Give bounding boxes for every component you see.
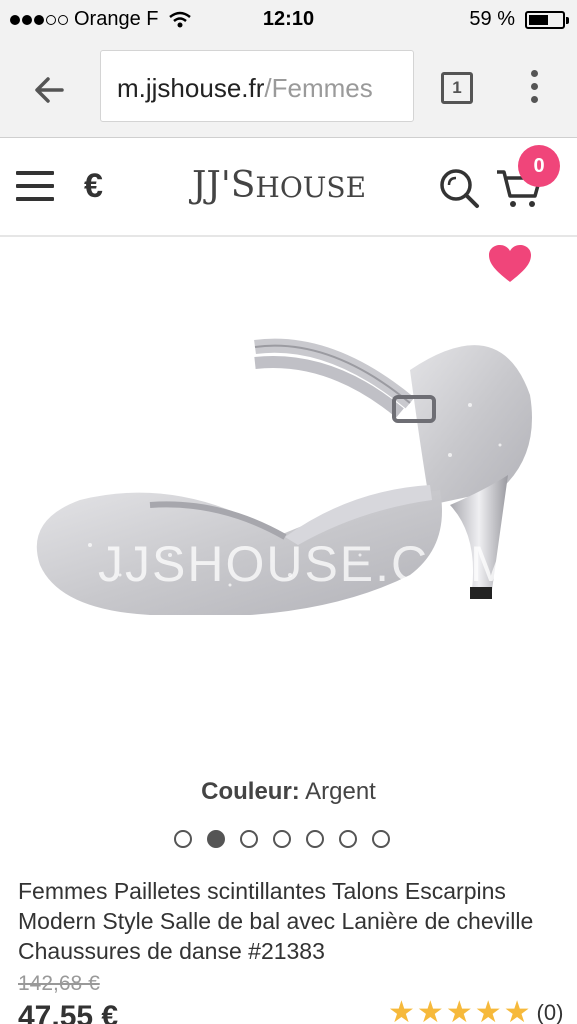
star-icon: ★: [445, 996, 473, 1024]
battery-fill: [529, 14, 548, 25]
logo-main: JJ'S: [192, 165, 256, 206]
color-selection: Couleur: Argent: [0, 778, 577, 806]
currency-selector[interactable]: €: [84, 167, 103, 206]
site-logo[interactable]: JJ'SHOUSE: [192, 165, 366, 206]
sale-price: 47,55 €: [18, 1000, 119, 1024]
battery-info: 59 %: [469, 8, 569, 31]
star-icon: ★: [474, 996, 502, 1024]
pager-dot[interactable]: [372, 830, 390, 848]
back-arrow-icon[interactable]: [28, 68, 72, 112]
color-value: Argent: [305, 778, 376, 805]
logo-sub: HOUSE: [255, 171, 367, 204]
pager-dot[interactable]: [240, 830, 258, 848]
original-price: 142,68 €: [18, 972, 100, 995]
browser-toolbar: m.jjshouse.fr/Femmes 1: [0, 38, 577, 138]
address-bar[interactable]: m.jjshouse.fr/Femmes: [100, 50, 414, 122]
url-path: /Femmes: [264, 73, 373, 103]
battery-icon: [525, 10, 569, 29]
tabs-icon[interactable]: 1: [441, 72, 473, 104]
url-host: m.jjshouse.fr: [117, 73, 265, 103]
star-icon: ★: [503, 996, 531, 1024]
rating-count: (0): [536, 1000, 564, 1024]
status-bar: Orange F 12:10 59 %: [0, 0, 577, 38]
pager-dot[interactable]: [306, 830, 324, 848]
pager-dot[interactable]: [207, 830, 225, 848]
image-pager: [174, 830, 390, 848]
battery-percent: 59 %: [469, 8, 515, 30]
image-watermark: JJSHOUSE.COM: [98, 536, 514, 592]
search-icon[interactable]: [437, 166, 481, 210]
product-title: Femmes Pailletes scintillantes Talons Es…: [18, 878, 534, 964]
overflow-menu-icon[interactable]: [528, 70, 540, 110]
site-header: € JJ'SHOUSE: [0, 139, 577, 237]
hamburger-icon[interactable]: [16, 171, 54, 203]
color-label: Couleur:: [201, 778, 300, 805]
product-rating[interactable]: ★ ★ ★ ★ ★ (0): [388, 998, 563, 1024]
favorite-heart-icon[interactable]: [488, 244, 532, 284]
pager-dot[interactable]: [273, 830, 291, 848]
star-icon: ★: [416, 996, 444, 1024]
star-icon: ★: [388, 996, 415, 1024]
pager-dot[interactable]: [339, 830, 357, 848]
cart-count-badge[interactable]: 0: [518, 145, 560, 187]
pager-dot[interactable]: [174, 830, 192, 848]
